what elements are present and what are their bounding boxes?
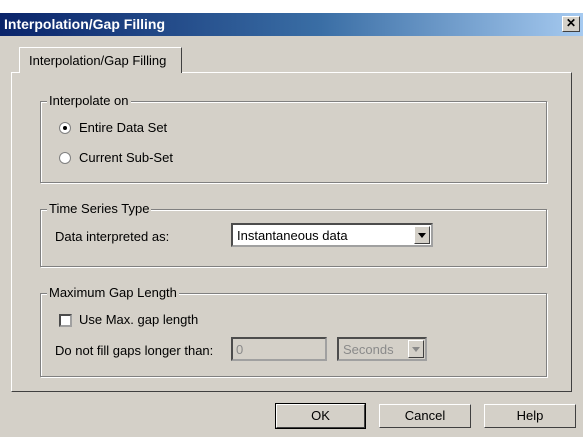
gap-unit-value: Seconds <box>343 342 394 357</box>
help-button[interactable]: Help <box>484 404 576 428</box>
interpolate-on-label: Interpolate on <box>47 93 131 108</box>
time-series-type-group: Time Series Type Data interpreted as: In… <box>40 201 547 267</box>
close-button[interactable]: ✕ <box>562 16 580 32</box>
cancel-button[interactable]: Cancel <box>379 404 471 428</box>
title-bar: Interpolation/Gap Filling ✕ <box>0 13 583 36</box>
radio-current-sub-set-label: Current Sub-Set <box>79 150 173 165</box>
help-label: Help <box>516 408 544 423</box>
ok-button[interactable]: OK <box>275 403 366 429</box>
data-interpreted-value: Instantaneous data <box>237 228 348 243</box>
gap-unit-select[interactable]: Seconds <box>337 337 427 361</box>
chevron-down-icon[interactable] <box>408 340 424 358</box>
radio-entire-data-set[interactable]: Entire Data Set <box>59 120 167 135</box>
gap-length-input[interactable]: 0 <box>231 337 327 361</box>
tab-panel: Interpolate on Entire Data Set Current S… <box>11 72 572 392</box>
gap-length-value: 0 <box>236 342 244 357</box>
ok-label: OK <box>311 408 330 423</box>
use-max-gap-checkbox[interactable] <box>59 314 72 327</box>
gap-length-label: Do not fill gaps longer than: <box>55 343 214 358</box>
time-series-type-label: Time Series Type <box>47 201 152 216</box>
chevron-down-icon[interactable] <box>414 226 430 244</box>
top-strip <box>0 0 583 13</box>
tab-label: Interpolation/Gap Filling <box>29 53 167 68</box>
close-icon: ✕ <box>565 16 577 30</box>
max-gap-length-group: Maximum Gap Length Use Max. gap length D… <box>40 285 547 377</box>
data-interpreted-label: Data interpreted as: <box>55 229 170 244</box>
data-interpreted-select[interactable]: Instantaneous data <box>231 223 433 247</box>
cancel-label: Cancel <box>404 408 446 423</box>
window-title: Interpolation/Gap Filling <box>4 16 165 32</box>
radio-entire-data-set-label: Entire Data Set <box>79 120 168 135</box>
radio-button-checked[interactable] <box>59 121 71 134</box>
tab-interpolation-gap-filling[interactable]: Interpolation/Gap Filling <box>19 47 182 73</box>
use-max-gap-label: Use Max. gap length <box>79 312 199 327</box>
max-gap-length-label: Maximum Gap Length <box>47 285 179 300</box>
radio-current-sub-set[interactable]: Current Sub-Set <box>59 150 173 165</box>
radio-button-unchecked[interactable] <box>59 151 71 164</box>
interpolate-on-group: Interpolate on Entire Data Set Current S… <box>40 93 547 183</box>
